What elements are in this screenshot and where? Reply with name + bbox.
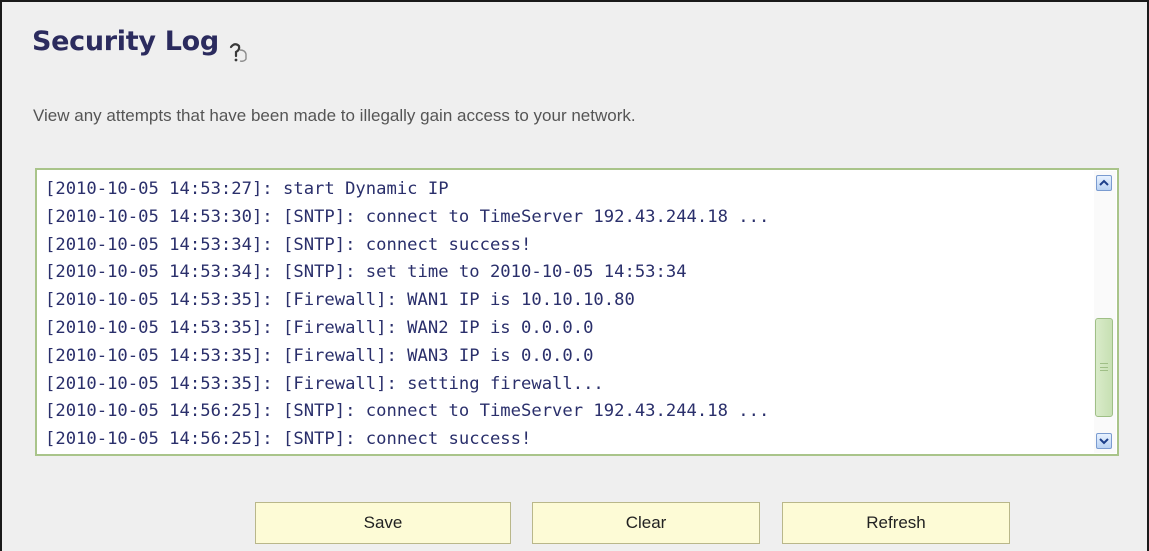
scroll-up-button[interactable] [1096,175,1112,191]
security-log-panel: Security Log View any attempts that have… [0,0,1149,551]
clear-button[interactable]: Clear [532,502,760,544]
log-scrollbar[interactable] [1094,171,1116,453]
log-line: [2010-10-05 14:53:35]: [Firewall]: WAN1 … [45,290,635,311]
scrollbar-thumb[interactable] [1095,318,1113,417]
page-description: View any attempts that have been made to… [33,106,636,125]
log-line: [2010-10-05 14:53:34]: [SNTP]: connect s… [45,234,532,255]
chevron-down-icon [1099,438,1109,445]
log-line: [2010-10-05 14:53:35]: [Firewall]: setti… [45,373,604,394]
refresh-button[interactable]: Refresh [782,502,1010,544]
page-title: Security Log [32,26,219,57]
help-question-icon[interactable] [227,41,253,63]
log-line: [2010-10-05 14:56:25]: [SNTP]: connect s… [45,429,532,450]
security-log-textarea[interactable]: [2010-10-05 14:53:27]: start Dynamic IP [… [35,168,1119,456]
log-line: [2010-10-05 14:53:34]: [SNTP]: set time … [45,262,687,283]
chevron-up-icon [1099,179,1109,186]
log-line: [2010-10-05 14:53:30]: [SNTP]: connect t… [45,206,770,227]
log-lines: [2010-10-05 14:53:27]: start Dynamic IP [… [45,176,1087,454]
log-line: [2010-10-05 14:53:27]: start Dynamic IP [45,179,449,199]
log-line: [2010-10-05 14:53:35]: [Firewall]: WAN3 … [45,345,594,366]
log-line: [2010-10-05 14:53:35]: [Firewall]: WAN2 … [45,317,594,338]
title-row: Security Log [32,26,253,62]
scroll-down-button[interactable] [1096,433,1112,449]
log-line: [2010-10-05 14:56:25]: [SNTP]: connect t… [45,401,770,422]
save-button[interactable]: Save [255,502,511,544]
